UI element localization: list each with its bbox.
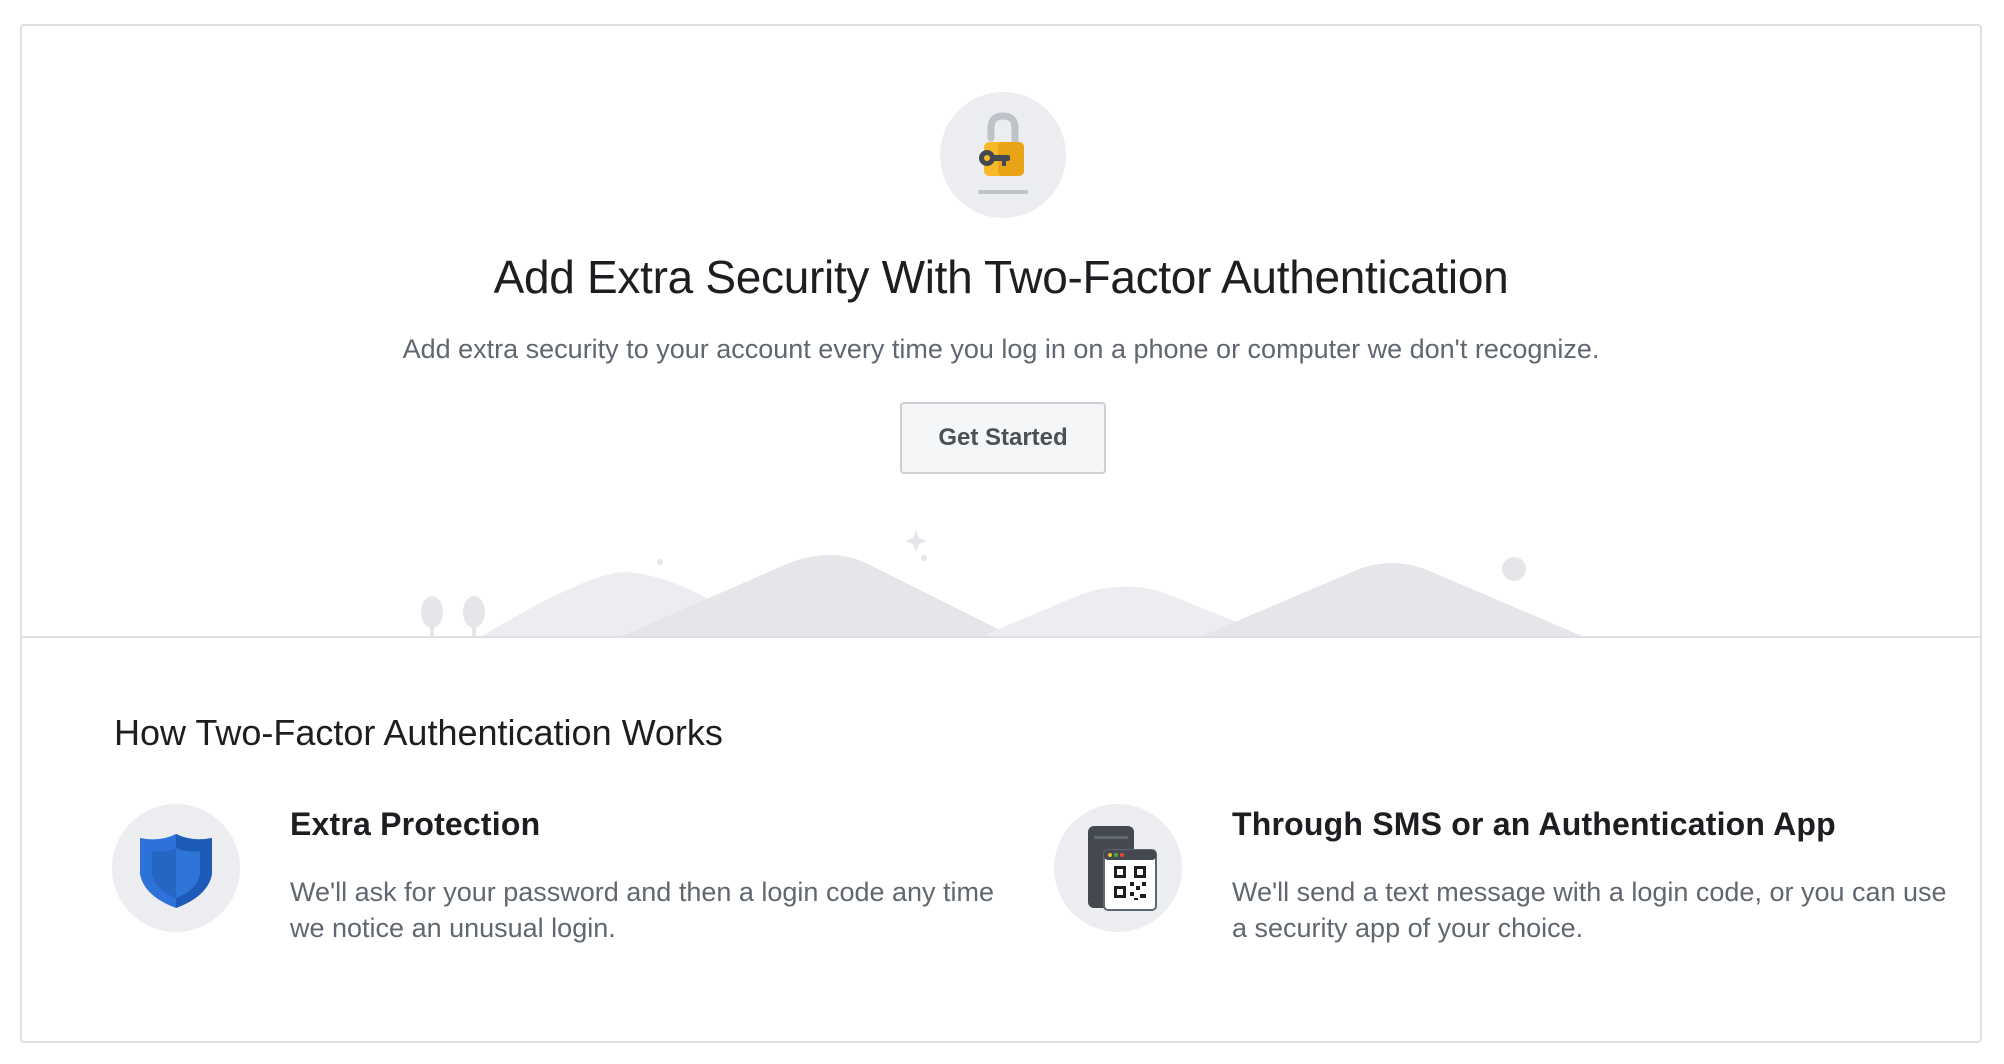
feature-description: We'll send a text message with a login c… xyxy=(1232,877,1947,943)
shield-icon xyxy=(112,804,240,932)
lock-key-icon xyxy=(940,92,1066,218)
feature-description: We'll ask for your password and then a l… xyxy=(290,877,995,943)
hero-title: Add Extra Security With Two-Factor Authe… xyxy=(493,251,1509,303)
feature-title: Extra Protection xyxy=(290,806,541,842)
two-factor-card: Add Extra Security With Two-Factor Authe… xyxy=(20,24,1982,1043)
qr-code-phone-icon xyxy=(1054,804,1182,932)
get-started-button[interactable]: Get Started xyxy=(900,402,1106,474)
feature-title: Through SMS or an Authentication App xyxy=(1232,806,1836,842)
mountain-illustration xyxy=(421,530,1582,636)
how-it-works-title: How Two-Factor Authentication Works xyxy=(114,712,723,753)
hero-subtitle: Add extra security to your account every… xyxy=(402,334,1600,364)
hero-section: Add Extra Security With Two-Factor Authe… xyxy=(22,26,1980,638)
